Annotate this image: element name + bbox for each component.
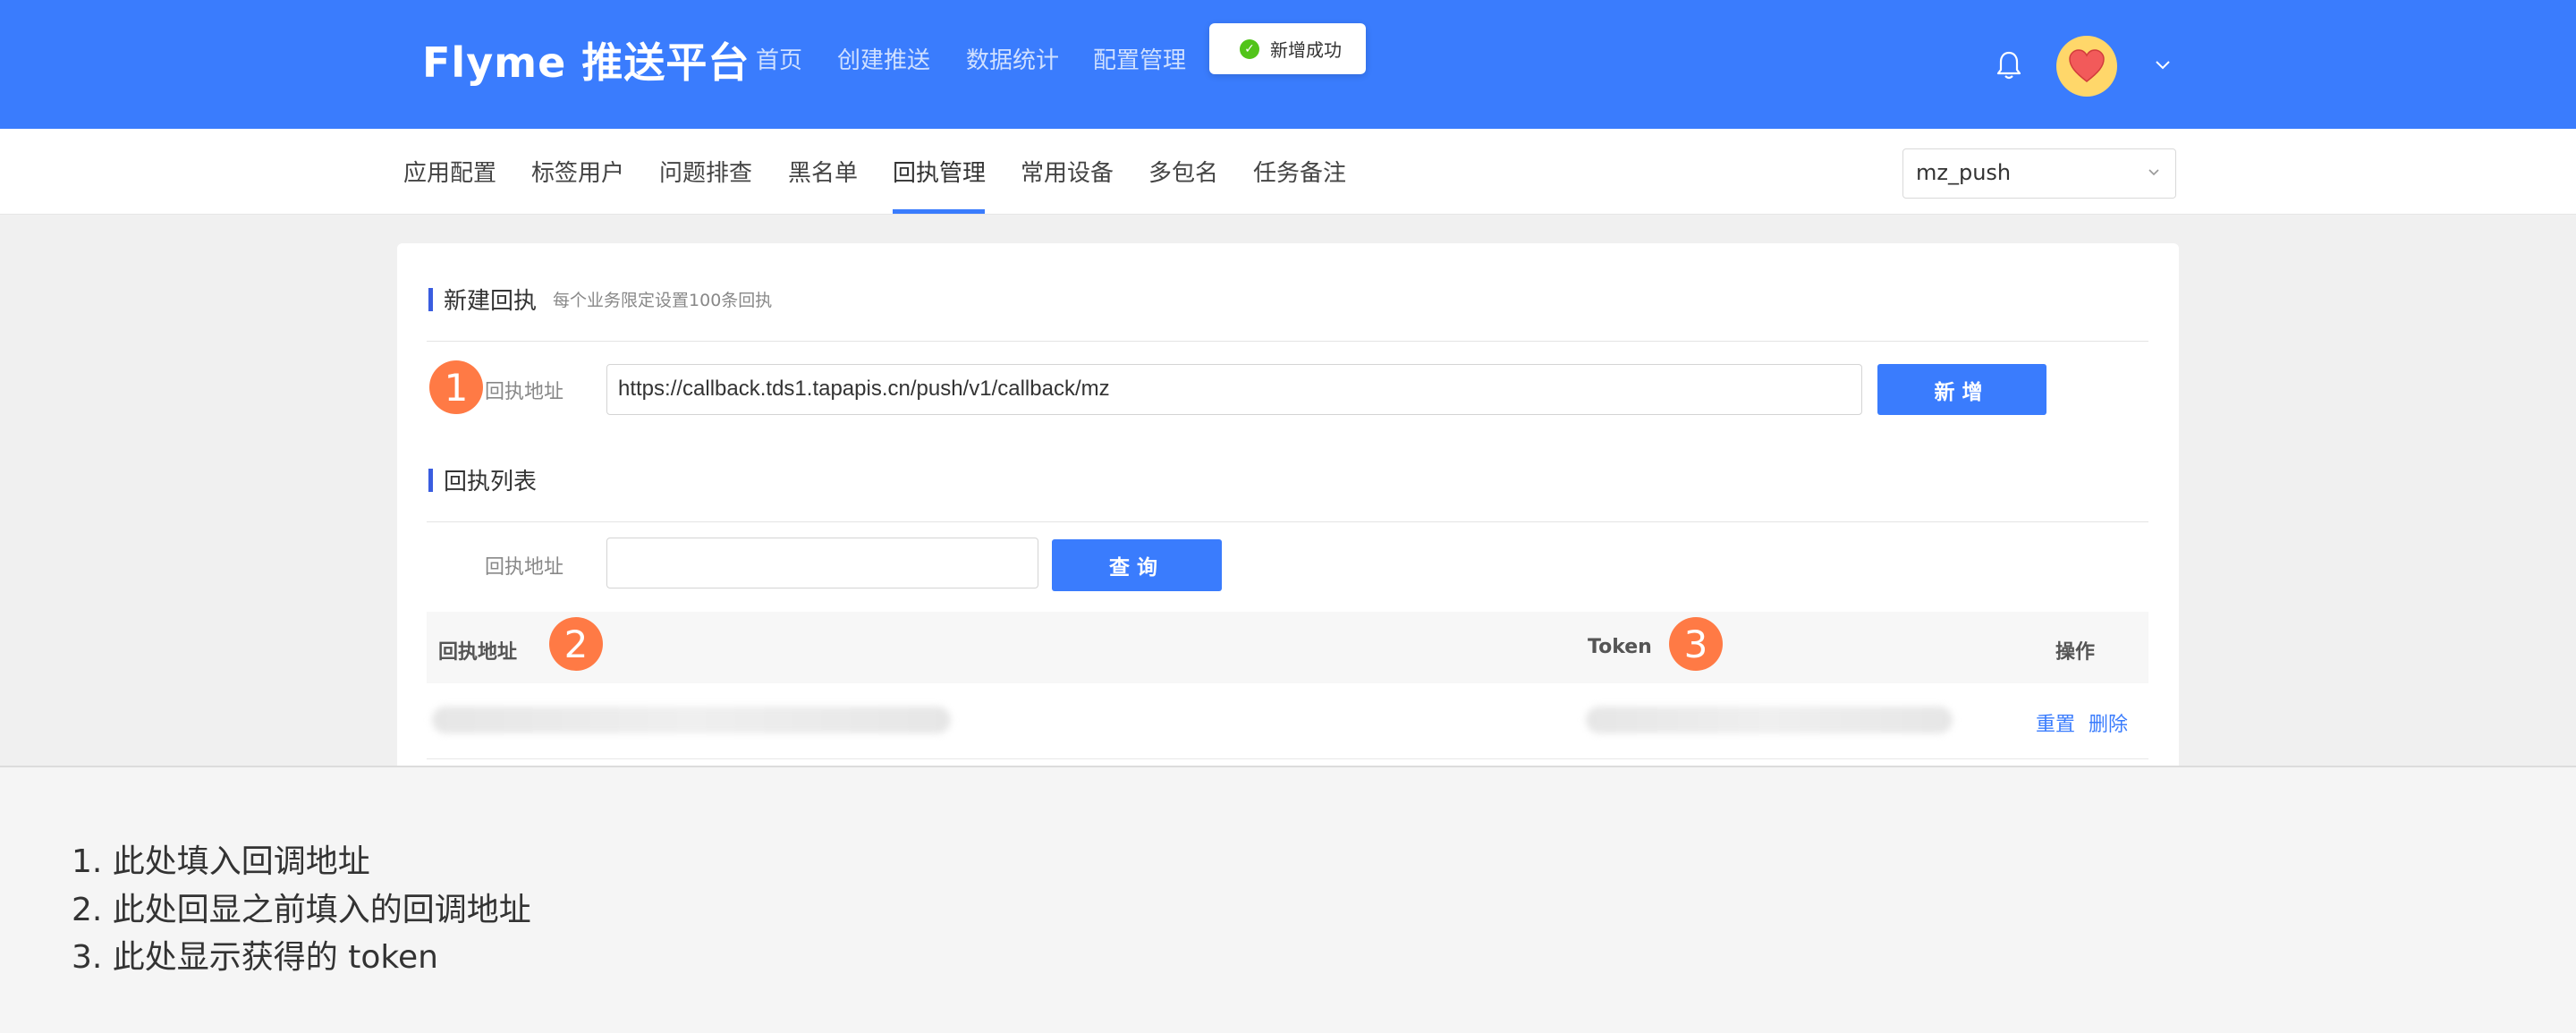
divider xyxy=(427,521,2148,522)
check-circle-icon: ✓ xyxy=(1240,38,1259,59)
success-toast: ✓ 新增成功 xyxy=(1209,23,1366,74)
column-actions: 操作 xyxy=(2055,641,2096,664)
top-nav-config[interactable]: 配置管理 xyxy=(1093,41,1186,80)
blurred-token xyxy=(1586,707,1953,733)
tab-common-devices[interactable]: 常用设备 xyxy=(1021,156,1114,191)
active-tab-indicator xyxy=(893,209,985,214)
column-token: Token xyxy=(1588,636,1652,658)
top-header: Flyme 推送平台 首页 创建推送 数据统计 配置管理 ✓ 新增成功 xyxy=(0,0,2576,129)
receipt-list-title: 回执列表 xyxy=(444,469,538,495)
top-nav-statistics[interactable]: 数据统计 xyxy=(966,41,1059,80)
divider xyxy=(427,341,2148,342)
instruction-notes: 1. 此处填入回调地址 2. 此处回显之前填入的回调地址 3. 此处显示获得的 … xyxy=(0,766,2576,1033)
tab-receipt-management[interactable]: 回执管理 xyxy=(893,156,986,191)
new-receipt-hint: 每个业务限定设置100条回执 xyxy=(553,291,773,310)
top-nav-create-push[interactable]: 创建推送 xyxy=(837,41,930,80)
receipt-card xyxy=(397,243,2179,780)
note-3: 3. 此处显示获得的 token xyxy=(72,939,438,976)
new-receipt-title: 新建回执 xyxy=(444,288,538,315)
note-2: 2. 此处回显之前填入的回调地址 xyxy=(72,892,531,928)
search-url-label: 回执地址 xyxy=(485,556,564,579)
app-select[interactable]: mz_push xyxy=(1902,148,2176,199)
tab-tag-users[interactable]: 标签用户 xyxy=(531,156,624,191)
section-accent xyxy=(428,287,433,311)
callback-url-input[interactable]: https://callback.tds1.tapapis.cn/push/v1… xyxy=(606,364,1862,415)
delete-link[interactable]: 删除 xyxy=(2089,708,2128,737)
search-url-input[interactable] xyxy=(606,538,1038,588)
avatar[interactable] xyxy=(2056,36,2117,97)
annotation-marker-1: 1 xyxy=(429,360,483,414)
logo[interactable]: Flyme 推送平台 xyxy=(422,32,750,93)
section-accent xyxy=(428,468,433,492)
table-header: 回执地址 Token 操作 xyxy=(427,612,2148,683)
row-divider xyxy=(427,758,2148,759)
chevron-down-icon[interactable] xyxy=(2152,55,2174,73)
column-callback-url: 回执地址 xyxy=(438,641,518,664)
query-button[interactable]: 查询 xyxy=(1052,539,1222,591)
tab-troubleshoot[interactable]: 问题排查 xyxy=(659,156,752,191)
app-select-value: mz_push xyxy=(1916,160,2012,185)
heart-icon xyxy=(2069,49,2105,82)
toast-message: 新增成功 xyxy=(1270,39,1342,61)
annotation-marker-3: 3 xyxy=(1669,617,1723,671)
receipt-list-section-title: 回执列表 xyxy=(428,463,537,496)
tab-multi-package[interactable]: 多包名 xyxy=(1148,156,1218,191)
sub-nav: 应用配置 标签用户 问题排查 黑名单 回执管理 常用设备 多包名 任务备注 xyxy=(0,129,2576,215)
chevron-down-icon xyxy=(2148,169,2159,176)
tab-blacklist[interactable]: 黑名单 xyxy=(788,156,858,191)
new-receipt-section-title: 新建回执 每个业务限定设置100条回执 xyxy=(428,283,772,316)
annotation-marker-2: 2 xyxy=(549,617,603,671)
blurred-callback-url xyxy=(432,707,951,733)
tab-task-notes[interactable]: 任务备注 xyxy=(1253,156,1346,191)
reset-link[interactable]: 重置 xyxy=(2036,708,2075,737)
note-1: 1. 此处填入回调地址 xyxy=(72,843,370,880)
top-nav-home[interactable]: 首页 xyxy=(756,41,802,80)
add-button[interactable]: 新增 xyxy=(1877,364,2046,415)
bell-icon[interactable] xyxy=(1996,50,2022,80)
callback-url-label: 回执地址 xyxy=(485,381,564,403)
tab-app-config[interactable]: 应用配置 xyxy=(403,156,496,191)
